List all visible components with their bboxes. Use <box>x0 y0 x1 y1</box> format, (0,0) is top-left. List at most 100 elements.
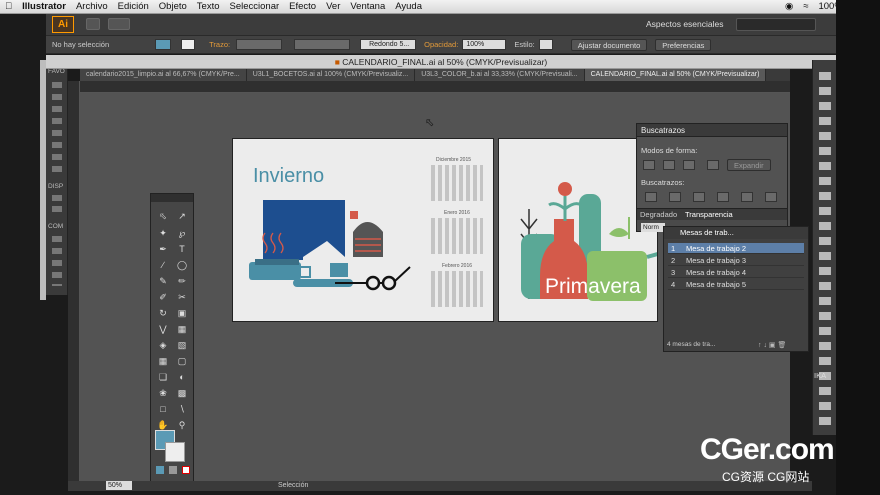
menu-archivo[interactable]: Archivo <box>71 1 113 12</box>
zoom-level[interactable]: 50% <box>106 481 132 490</box>
pen-tool-icon[interactable]: ✒ <box>156 242 170 256</box>
tools-panel-header[interactable] <box>151 194 193 202</box>
buscatrazos-header[interactable]: Buscatrazos <box>637 124 787 137</box>
unite-shape-button[interactable] <box>643 160 655 170</box>
artboard-tool-icon[interactable]: □ <box>156 402 170 416</box>
shared-icons[interactable] <box>52 236 62 286</box>
minus-back-button[interactable] <box>765 192 777 202</box>
apple-icon[interactable]:  <box>0 1 17 12</box>
blend-tool-icon[interactable]: ◐ <box>175 370 189 384</box>
perspective-grid-tool-icon[interactable]: ▧ <box>175 338 189 352</box>
menu-app-name[interactable]: Illustrator <box>17 1 71 12</box>
mesh-tool-icon[interactable]: ▦ <box>156 354 170 368</box>
record-icon[interactable]: ◉ <box>780 1 798 12</box>
blend-mode-select[interactable]: Norm <box>641 223 665 232</box>
preferencias-button[interactable]: Preferencias <box>655 38 712 51</box>
free-transform-tool-icon[interactable]: ▦ <box>175 322 189 336</box>
table-row[interactable]: 4 Mesa de trabajo 5 <box>668 279 804 290</box>
favorites-icons[interactable] <box>52 82 62 172</box>
mac-menubar:  Illustrator Archivo Edición Objeto Tex… <box>0 0 880 14</box>
menu-ventana[interactable]: Ventana <box>345 1 390 12</box>
exclude-button[interactable] <box>707 160 719 170</box>
blob-brush-tool-icon[interactable]: ✐ <box>156 290 170 304</box>
menu-objeto[interactable]: Objeto <box>154 1 192 12</box>
tab-degradado[interactable]: Degradado <box>640 210 677 219</box>
opacity-input[interactable]: 100% <box>462 39 507 50</box>
color-mode-icon[interactable] <box>156 466 164 474</box>
table-row[interactable]: 1 Mesa de trabajo 2 <box>668 243 804 254</box>
mesas-footer-icons[interactable]: ↑ ↓ ▣ 🗑 <box>758 341 786 349</box>
expandir-button[interactable]: Expandir <box>727 159 771 171</box>
symbol-sprayer-tool-icon[interactable]: ❀ <box>156 386 170 400</box>
line-tool-icon[interactable]: ∕ <box>156 258 170 272</box>
lasso-tool-icon[interactable]: ℘ <box>175 226 189 240</box>
vertical-ruler <box>68 81 80 481</box>
none-mode-icon[interactable] <box>182 466 190 474</box>
paintbrush-tool-icon[interactable]: ✎ <box>156 274 170 288</box>
illustrator-logo: Ai <box>52 16 74 33</box>
zoom-tool-icon[interactable]: ⚲ <box>175 418 189 432</box>
ajustar-documento-button[interactable]: Ajustar documento <box>570 38 648 51</box>
status-mode[interactable]: Selección <box>278 481 308 491</box>
rotate-tool-icon[interactable]: ↻ <box>156 306 170 320</box>
fill-swatch[interactable] <box>155 39 172 50</box>
width-tool-icon[interactable]: ⋁ <box>156 322 170 336</box>
trazo-label[interactable]: Trazo: <box>209 40 230 49</box>
stroke-weight-input[interactable] <box>236 39 283 50</box>
tab-transparencia[interactable]: Transparencia <box>685 210 733 219</box>
magic-wand-tool-icon[interactable]: ✦ <box>156 226 170 240</box>
scissors-tool-icon[interactable]: ✂ <box>175 290 189 304</box>
menu-texto[interactable]: Texto <box>192 1 225 12</box>
direct-selection-tool-icon[interactable]: ↗ <box>175 209 189 223</box>
divide-button[interactable] <box>645 192 657 202</box>
wifi-icon[interactable]: ≈ <box>798 1 813 12</box>
merge-button[interactable] <box>693 192 705 202</box>
tab-calendario-final[interactable]: CALENDARIO_FINAL.ai al 50% (CMYK/Previsu… <box>584 69 767 81</box>
bridge-icon[interactable] <box>86 18 100 30</box>
tab-color[interactable]: U3L3_COLOR_b.ai al 33,33% (CMYK/Previsua… <box>415 69 585 81</box>
arrange-documents-icon[interactable] <box>108 18 130 30</box>
menu-efecto[interactable]: Efecto <box>284 1 321 12</box>
workspace-switcher[interactable]: Aspectos esenciales <box>646 19 724 29</box>
opacidad-label[interactable]: Opacidad: <box>424 40 458 49</box>
shape-builder-tool-icon[interactable]: ◈ <box>156 338 170 352</box>
artboard-invierno[interactable]: Invierno Diciembre 2015 Enero 2016 Febre… <box>232 138 494 322</box>
brush-select[interactable]: Redondo 5... <box>360 39 417 50</box>
variable-width-select[interactable] <box>294 39 351 50</box>
artboard-primavera[interactable]: Primavera <box>498 138 658 322</box>
month-label-ene: Enero 2016 <box>444 210 470 216</box>
stroke-color-swatch[interactable] <box>165 442 185 462</box>
eyedropper-tool-icon[interactable]: ❏ <box>156 370 170 384</box>
tab-calendario-limpio[interactable]: calendario2015_limpio.ai al 66,67% (CMYK… <box>80 69 247 81</box>
devices-icons[interactable] <box>52 195 62 217</box>
table-row[interactable]: 3 Mesa de trabajo 4 <box>668 267 804 278</box>
minus-front-button[interactable] <box>663 160 675 170</box>
graph-tool-icon[interactable]: ▩ <box>175 386 189 400</box>
ellipse-tool-icon[interactable]: ◯ <box>175 258 189 272</box>
control-bar: No hay selección Trazo: Redondo 5... Opa… <box>46 36 836 54</box>
menu-edicion[interactable]: Edición <box>113 1 154 12</box>
pencil-tool-icon[interactable]: ✏ <box>175 274 189 288</box>
tools-panel: ⬁ ↗ ✦ ℘ ✒ T ∕ ◯ ✎ ✏ ✐ ✂ ↻ ▣ ⋁ ▦ ◈ ▧ ▦ ▢ … <box>150 193 194 488</box>
gradient-mode-icon[interactable] <box>169 466 177 474</box>
panel-label-favo: FAVO <box>48 68 65 75</box>
watermark-line1: CGer.com <box>700 433 835 466</box>
mesas-tab[interactable]: Mesas de trab... <box>680 228 734 237</box>
style-swatch[interactable] <box>538 39 553 50</box>
gradient-tool-icon[interactable]: ▢ <box>175 354 189 368</box>
table-row[interactable]: 2 Mesa de trabajo 3 <box>668 255 804 266</box>
tab-bocetos[interactable]: U3L1_BOCETOS.ai al 100% (CMYK/Previsuali… <box>246 69 416 81</box>
slice-tool-icon[interactable]: ∖ <box>175 402 189 416</box>
menu-ver[interactable]: Ver <box>321 1 345 12</box>
scale-tool-icon[interactable]: ▣ <box>175 306 189 320</box>
outline-button[interactable] <box>741 192 753 202</box>
intersect-button[interactable] <box>683 160 695 170</box>
crop-button[interactable] <box>717 192 729 202</box>
menu-seleccionar[interactable]: Seleccionar <box>225 1 285 12</box>
search-help-input[interactable] <box>736 18 816 31</box>
menu-ayuda[interactable]: Ayuda <box>390 1 427 12</box>
selection-tool-icon[interactable]: ⬁ <box>156 209 170 223</box>
trim-button[interactable] <box>669 192 681 202</box>
type-tool-icon[interactable]: T <box>175 242 189 256</box>
stroke-swatch[interactable] <box>181 39 196 50</box>
